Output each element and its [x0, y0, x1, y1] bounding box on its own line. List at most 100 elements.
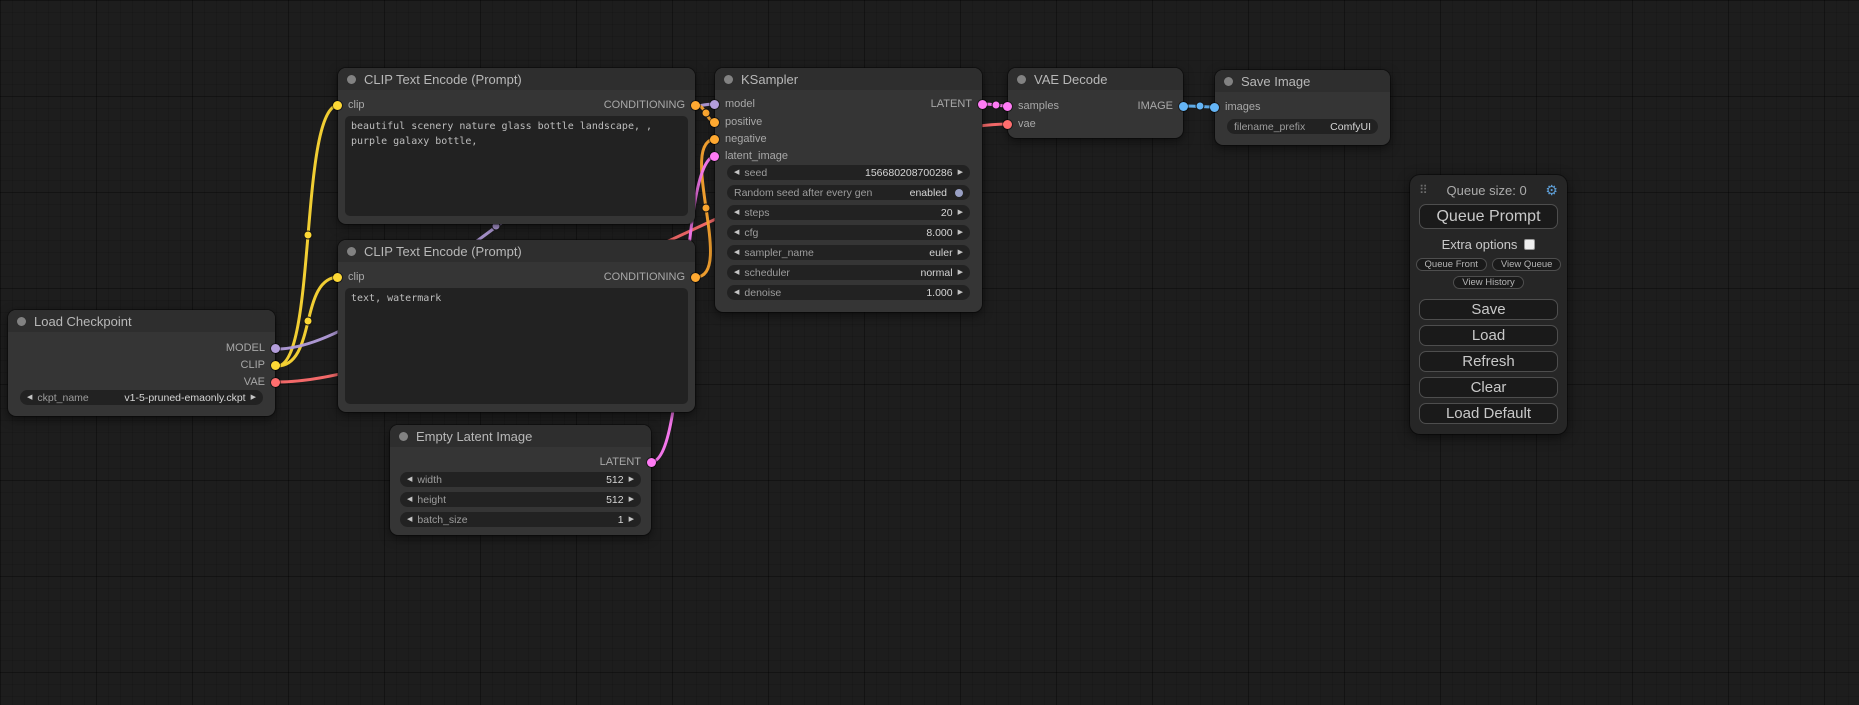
- conditioning-port-icon[interactable]: [710, 118, 719, 127]
- input-slot-latent-image[interactable]: latent_image: [710, 149, 788, 163]
- ckpt-name-widget[interactable]: ◀ ckpt_name v1-5-pruned-emaonly.ckpt ▶: [20, 390, 263, 405]
- decrement-arrow-icon[interactable]: ◀: [734, 169, 739, 176]
- save-button[interactable]: Save: [1419, 299, 1558, 320]
- increment-arrow-icon[interactable]: ▶: [629, 496, 634, 503]
- increment-arrow-icon[interactable]: ▶: [958, 289, 963, 296]
- increment-arrow-icon[interactable]: ▶: [958, 269, 963, 276]
- seed-widget[interactable]: ◀ seed 156680208700286 ▶: [727, 165, 970, 180]
- input-slot-clip[interactable]: clip: [333, 270, 365, 284]
- increment-arrow-icon[interactable]: ▶: [958, 229, 963, 236]
- input-slot-samples[interactable]: samples: [1003, 99, 1059, 113]
- decrement-arrow-icon[interactable]: ◀: [734, 249, 739, 256]
- settings-gear-icon[interactable]: ⚙: [1545, 182, 1558, 199]
- decrement-arrow-icon[interactable]: ◀: [407, 496, 412, 503]
- input-slot-positive[interactable]: positive: [710, 115, 762, 129]
- decrement-arrow-icon[interactable]: ◀: [734, 209, 739, 216]
- prompt-textarea[interactable]: beautiful scenery nature glass bottle la…: [345, 116, 688, 216]
- node-title-bar[interactable]: Save Image: [1215, 70, 1390, 92]
- vae-port-icon[interactable]: [1003, 120, 1012, 129]
- random-seed-toggle-widget[interactable]: Random seed after every gen enabled: [727, 185, 970, 200]
- decrement-arrow-icon[interactable]: ◀: [734, 289, 739, 296]
- refresh-button[interactable]: Refresh: [1419, 351, 1558, 372]
- output-slot-image[interactable]: IMAGE: [1138, 99, 1188, 113]
- conditioning-port-icon[interactable]: [710, 135, 719, 144]
- queue-front-button[interactable]: Queue Front: [1416, 258, 1487, 271]
- vae-port-icon[interactable]: [271, 378, 280, 387]
- clip-port-icon[interactable]: [333, 101, 342, 110]
- output-slot-conditioning[interactable]: CONDITIONING: [604, 98, 700, 112]
- load-button[interactable]: Load: [1419, 325, 1558, 346]
- increment-arrow-icon[interactable]: ▶: [958, 169, 963, 176]
- decrement-arrow-icon[interactable]: ◀: [734, 229, 739, 236]
- output-slot-latent[interactable]: LATENT: [931, 97, 987, 111]
- output-slot-model[interactable]: MODEL: [226, 341, 280, 355]
- increment-arrow-icon[interactable]: ▶: [958, 249, 963, 256]
- node-title-bar[interactable]: Load Checkpoint: [8, 310, 275, 332]
- output-slot-vae[interactable]: VAE: [244, 375, 280, 389]
- view-history-button[interactable]: View History: [1453, 276, 1524, 289]
- node-load-checkpoint[interactable]: Load Checkpoint MODEL CLIP VAE ◀ ckpt_na…: [8, 310, 275, 416]
- input-slot-images[interactable]: images: [1210, 100, 1260, 114]
- latent-port-icon[interactable]: [978, 100, 987, 109]
- image-port-icon[interactable]: [1179, 102, 1188, 111]
- conditioning-port-icon[interactable]: [691, 273, 700, 282]
- collapse-dot-icon[interactable]: [724, 75, 733, 84]
- image-port-icon[interactable]: [1210, 103, 1219, 112]
- queue-prompt-button[interactable]: Queue Prompt: [1419, 204, 1558, 229]
- clear-button[interactable]: Clear: [1419, 377, 1558, 398]
- batch-size-widget[interactable]: ◀ batch_size 1 ▶: [400, 512, 641, 527]
- input-slot-negative[interactable]: negative: [710, 132, 767, 146]
- decrement-arrow-icon[interactable]: ◀: [27, 394, 32, 401]
- node-title-bar[interactable]: CLIP Text Encode (Prompt): [338, 240, 695, 262]
- steps-widget[interactable]: ◀ steps 20 ▶: [727, 205, 970, 220]
- extra-options-checkbox[interactable]: [1524, 239, 1535, 250]
- node-title-bar[interactable]: CLIP Text Encode (Prompt): [338, 68, 695, 90]
- input-slot-clip[interactable]: clip: [333, 98, 365, 112]
- decrement-arrow-icon[interactable]: ◀: [734, 269, 739, 276]
- node-save-image[interactable]: Save Image images filename_prefix ComfyU…: [1215, 70, 1390, 145]
- clip-port-icon[interactable]: [333, 273, 342, 282]
- latent-port-icon[interactable]: [647, 458, 656, 467]
- node-title-bar[interactable]: KSampler: [715, 68, 982, 90]
- increment-arrow-icon[interactable]: ▶: [958, 209, 963, 216]
- collapse-dot-icon[interactable]: [1017, 75, 1026, 84]
- load-default-button[interactable]: Load Default: [1419, 403, 1558, 424]
- node-title-bar[interactable]: VAE Decode: [1008, 68, 1183, 90]
- decrement-arrow-icon[interactable]: ◀: [407, 516, 412, 523]
- node-clip-text-encode-negative[interactable]: CLIP Text Encode (Prompt) clip CONDITION…: [338, 240, 695, 412]
- denoise-widget[interactable]: ◀ denoise 1.000 ▶: [727, 285, 970, 300]
- collapse-dot-icon[interactable]: [347, 247, 356, 256]
- node-empty-latent-image[interactable]: Empty Latent Image LATENT ◀ width 512 ▶ …: [390, 425, 651, 535]
- toggle-dot-icon[interactable]: [955, 189, 963, 197]
- model-port-icon[interactable]: [271, 344, 280, 353]
- drag-handle-icon[interactable]: ⠿: [1419, 183, 1428, 197]
- node-graph-canvas[interactable]: Load Checkpoint MODEL CLIP VAE ◀ ckpt_na…: [0, 0, 1859, 705]
- collapse-dot-icon[interactable]: [399, 432, 408, 441]
- width-widget[interactable]: ◀ width 512 ▶: [400, 472, 641, 487]
- latent-port-icon[interactable]: [1003, 102, 1012, 111]
- height-widget[interactable]: ◀ height 512 ▶: [400, 492, 641, 507]
- prompt-textarea[interactable]: text, watermark: [345, 288, 688, 404]
- node-clip-text-encode-positive[interactable]: CLIP Text Encode (Prompt) clip CONDITION…: [338, 68, 695, 224]
- node-ksampler[interactable]: KSampler model positive negative latent_…: [715, 68, 982, 312]
- output-slot-conditioning[interactable]: CONDITIONING: [604, 270, 700, 284]
- increment-arrow-icon[interactable]: ▶: [629, 476, 634, 483]
- cfg-widget[interactable]: ◀ cfg 8.000 ▶: [727, 225, 970, 240]
- node-vae-decode[interactable]: VAE Decode samples vae IMAGE: [1008, 68, 1183, 138]
- collapse-dot-icon[interactable]: [347, 75, 356, 84]
- collapse-dot-icon[interactable]: [1224, 77, 1233, 86]
- output-slot-clip[interactable]: CLIP: [241, 358, 280, 372]
- scheduler-widget[interactable]: ◀ scheduler normal ▶: [727, 265, 970, 280]
- conditioning-port-icon[interactable]: [691, 101, 700, 110]
- increment-arrow-icon[interactable]: ▶: [629, 516, 634, 523]
- latent-port-icon[interactable]: [710, 152, 719, 161]
- collapse-dot-icon[interactable]: [17, 317, 26, 326]
- model-port-icon[interactable]: [710, 100, 719, 109]
- sampler-name-widget[interactable]: ◀ sampler_name euler ▶: [727, 245, 970, 260]
- input-slot-model[interactable]: model: [710, 97, 755, 111]
- output-slot-latent[interactable]: LATENT: [600, 455, 656, 469]
- input-slot-vae[interactable]: vae: [1003, 117, 1036, 131]
- node-title-bar[interactable]: Empty Latent Image: [390, 425, 651, 447]
- decrement-arrow-icon[interactable]: ◀: [407, 476, 412, 483]
- clip-port-icon[interactable]: [271, 361, 280, 370]
